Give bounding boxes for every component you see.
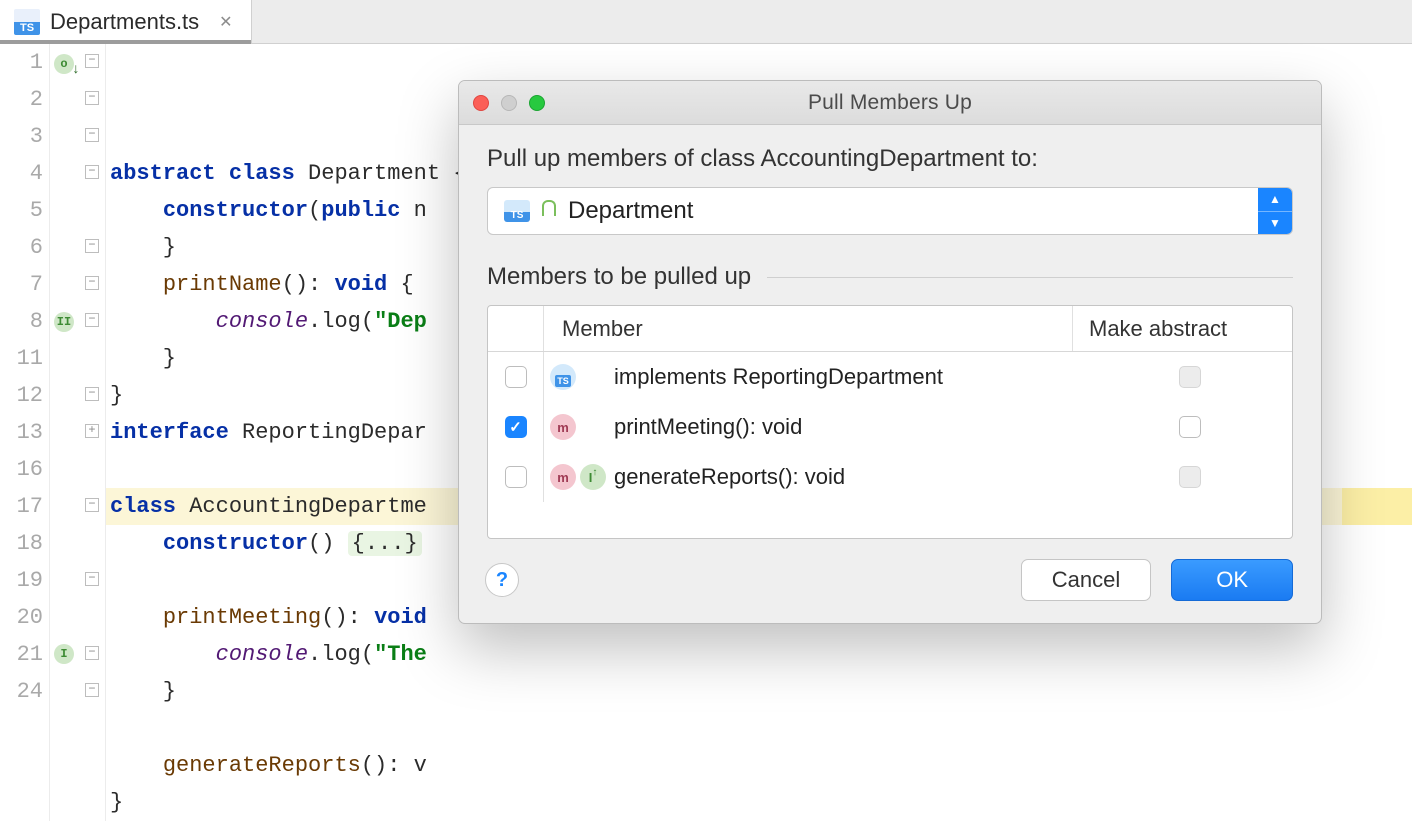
make-abstract-checkbox: [1179, 366, 1201, 388]
fold-collapse-icon[interactable]: [85, 54, 99, 68]
members-header: Member Make abstract: [488, 306, 1292, 352]
close-icon[interactable]: ✕: [219, 12, 232, 32]
code-line[interactable]: generateReports(): v: [110, 747, 1412, 784]
fold-collapse-icon[interactable]: [85, 498, 99, 512]
line-number: 8: [0, 303, 43, 340]
member-include-checkbox[interactable]: [505, 366, 527, 388]
fold-collapse-icon[interactable]: [85, 276, 99, 290]
section-rule: [767, 277, 1293, 278]
line-number: 3: [0, 118, 43, 155]
line-number: 21: [0, 636, 43, 673]
code-line[interactable]: console.log("The: [110, 636, 1412, 673]
combo-stepper[interactable]: [1258, 188, 1292, 234]
chevron-down-icon[interactable]: [1258, 212, 1292, 235]
chevron-up-icon[interactable]: [1258, 188, 1292, 212]
line-number: 12: [0, 377, 43, 414]
line-number: 16: [0, 451, 43, 488]
line-number: 17: [0, 488, 43, 525]
editor-tab-bar: TS Departments.ts ✕: [0, 0, 1412, 44]
method-icon: m: [550, 414, 576, 440]
table-spacer: [488, 502, 1292, 538]
fold-collapse-icon[interactable]: [85, 683, 99, 697]
interface-gutter-icon[interactable]: I: [54, 312, 74, 332]
line-number: 11: [0, 340, 43, 377]
implements-gutter-icon[interactable]: I: [54, 644, 74, 664]
col-member-header: Member: [544, 316, 1072, 342]
fold-collapse-icon[interactable]: [85, 91, 99, 105]
member-include-checkbox[interactable]: [505, 416, 527, 438]
col-abstract-header: Make abstract: [1072, 306, 1292, 351]
method-icon: m: [550, 464, 576, 490]
change-stripe: [1342, 488, 1412, 525]
target-class-combo[interactable]: TS Department: [487, 187, 1293, 235]
cancel-label: Cancel: [1052, 567, 1120, 593]
member-row[interactable]: TS implements ReportingDepartment: [488, 352, 1292, 402]
line-number: 24: [0, 673, 43, 710]
fold-collapse-icon[interactable]: [85, 387, 99, 401]
dialog-title: Pull Members Up: [459, 91, 1321, 115]
help-button[interactable]: ?: [485, 563, 519, 597]
line-number: 7: [0, 266, 43, 303]
file-tab-label: Departments.ts: [50, 9, 199, 35]
fold-expand-icon[interactable]: [85, 424, 99, 438]
cancel-button[interactable]: Cancel: [1021, 559, 1151, 601]
line-number: 19: [0, 562, 43, 599]
member-row[interactable]: mI↑ generateReports(): void: [488, 452, 1292, 502]
code-line[interactable]: }: [110, 784, 1412, 821]
fold-collapse-icon[interactable]: [85, 165, 99, 179]
fold-column: [82, 44, 106, 821]
dialog-footer: ? Cancel OK: [459, 559, 1321, 623]
line-number: 5: [0, 192, 43, 229]
override-gutter-icon[interactable]: o: [54, 54, 74, 74]
member-include-checkbox[interactable]: [505, 466, 527, 488]
line-number: 6: [0, 229, 43, 266]
ts-class-icon: TS: [504, 200, 530, 222]
line-number: 1: [0, 44, 43, 81]
implements-up-icon: I↑: [580, 464, 606, 490]
col-checkbox-header: [488, 306, 544, 351]
member-label: generateReports(): void: [614, 464, 1072, 490]
ok-button[interactable]: OK: [1171, 559, 1293, 601]
member-row[interactable]: m printMeeting(): void: [488, 402, 1292, 452]
ok-label: OK: [1216, 567, 1248, 593]
fold-collapse-icon[interactable]: [85, 572, 99, 586]
code-line[interactable]: }: [110, 673, 1412, 710]
dialog-prompt: Pull up members of class AccountingDepar…: [487, 145, 1293, 173]
line-number: 2: [0, 81, 43, 118]
member-label: printMeeting(): void: [614, 414, 1072, 440]
dialog-titlebar[interactable]: Pull Members Up: [459, 81, 1321, 125]
pull-members-up-dialog: Pull Members Up Pull up members of class…: [458, 80, 1322, 624]
code-line[interactable]: [110, 710, 1412, 747]
line-number: 13: [0, 414, 43, 451]
fold-collapse-icon[interactable]: [85, 128, 99, 142]
section-label-text: Members to be pulled up: [487, 263, 751, 291]
ts-file-icon: TS: [14, 9, 40, 35]
unlock-icon: [542, 200, 556, 216]
gutter-marks: o I I: [50, 44, 82, 821]
section-members-label: Members to be pulled up: [487, 263, 1293, 291]
members-table: Member Make abstract TS implements Report…: [487, 305, 1293, 539]
make-abstract-checkbox: [1179, 466, 1201, 488]
tab-departments[interactable]: TS Departments.ts ✕: [0, 0, 252, 43]
make-abstract-checkbox[interactable]: [1179, 416, 1201, 438]
line-number: 20: [0, 599, 43, 636]
fold-collapse-icon[interactable]: [85, 313, 99, 327]
line-number: 4: [0, 155, 43, 192]
fold-collapse-icon[interactable]: [85, 239, 99, 253]
target-class-value: Department: [568, 197, 693, 225]
member-label: implements ReportingDepartment: [614, 364, 1072, 390]
ts-interface-icon: TS: [550, 364, 576, 390]
line-number-gutter: 1234567811121316171819202124: [0, 44, 50, 821]
line-number: 18: [0, 525, 43, 562]
fold-collapse-icon[interactable]: [85, 646, 99, 660]
